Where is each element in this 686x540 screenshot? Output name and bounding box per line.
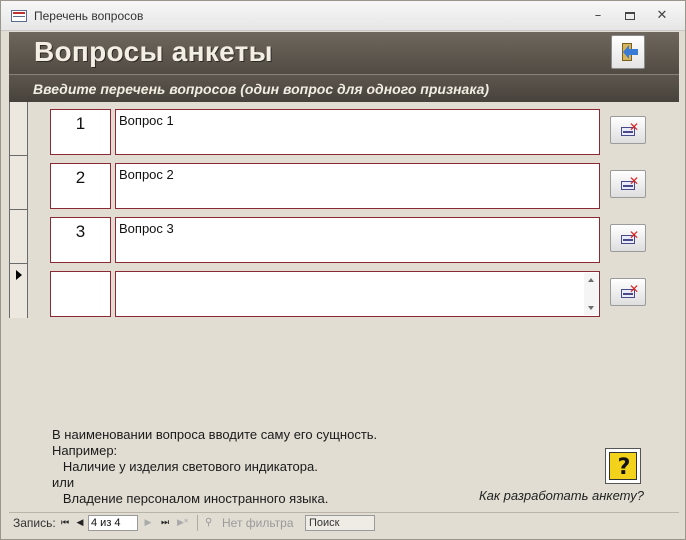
next-record-button[interactable]: ▶ — [143, 517, 153, 529]
record-selector[interactable] — [10, 102, 27, 156]
record-position-input[interactable]: 4 из 4 — [88, 515, 138, 531]
delete-question-button[interactable]: ✕ — [610, 224, 646, 252]
help-question-icon: ? — [609, 452, 637, 480]
question-text-field[interactable]: Вопрос 1 — [115, 109, 600, 155]
question-row: 1 Вопрос 1 ✕ — [50, 109, 650, 155]
exit-button[interactable] — [611, 35, 645, 69]
question-row: 3 Вопрос 3 ✕ — [50, 217, 650, 263]
instructions-text: Введите перечень вопросов (один вопрос д… — [33, 81, 490, 97]
form-header: Вопросы анкеты — [9, 32, 679, 74]
new-record-button[interactable]: ▶* — [177, 517, 188, 529]
question-number-field[interactable]: 3 — [50, 217, 111, 263]
filter-icon: ⚲ — [205, 517, 213, 528]
record-selector[interactable] — [10, 210, 27, 264]
last-record-button[interactable]: ⏭ — [160, 517, 170, 529]
current-record-pointer-icon — [16, 270, 22, 280]
delete-x-icon: ✕ — [629, 282, 640, 296]
maximize-button[interactable] — [619, 7, 641, 25]
question-number-field[interactable]: 2 — [50, 163, 111, 209]
scroll-down-icon[interactable] — [588, 306, 594, 310]
question-text-field[interactable] — [115, 271, 600, 317]
delete-x-icon: ✕ — [629, 228, 640, 242]
record-selector-current[interactable] — [10, 264, 27, 318]
record-navigation-bar: Запись: ⏮ ◀ 4 из 4 ▶ ⏭ ▶* ⚲ Нет фильтра … — [9, 512, 679, 532]
question-number-field[interactable]: 1 — [50, 109, 111, 155]
help-question-mark: ? — [617, 455, 631, 480]
form-icon — [11, 10, 27, 22]
record-label: Запись: — [13, 516, 56, 530]
delete-question-button[interactable]: ✕ — [610, 116, 646, 144]
help-button[interactable]: ? — [605, 448, 641, 484]
question-text-field[interactable]: Вопрос 3 — [115, 217, 600, 263]
delete-question-button[interactable]: ✕ — [610, 278, 646, 306]
delete-question-button[interactable]: ✕ — [610, 170, 646, 198]
hint-text: В наименовании вопроса вводите саму его … — [52, 427, 378, 506]
window-title: Перечень вопросов — [34, 9, 144, 23]
text-scrollbar[interactable] — [584, 273, 598, 315]
close-button[interactable]: ✕ — [651, 7, 673, 25]
exit-arrow-icon — [623, 45, 638, 59]
search-input[interactable]: Поиск — [305, 515, 375, 531]
question-number-field[interactable] — [50, 271, 111, 317]
maximize-icon — [625, 11, 635, 20]
minimize-button[interactable]: – — [587, 7, 609, 25]
nav-divider — [197, 515, 198, 531]
first-record-button[interactable]: ⏮ — [60, 517, 70, 529]
title-bar: Перечень вопросов – ✕ — [1, 1, 685, 31]
question-row: 2 Вопрос 2 ✕ — [50, 163, 650, 209]
delete-x-icon: ✕ — [629, 120, 640, 134]
previous-record-button[interactable]: ◀ — [75, 517, 85, 529]
filter-status[interactable]: Нет фильтра — [222, 516, 294, 530]
delete-x-icon: ✕ — [629, 174, 640, 188]
record-selector[interactable] — [10, 156, 27, 210]
record-selector-strip — [9, 102, 28, 318]
question-row-new: ✕ — [50, 271, 650, 317]
scroll-up-icon[interactable] — [588, 278, 594, 282]
help-link[interactable]: Как разработать анкету? — [479, 488, 644, 503]
questions-form-window: Перечень вопросов – ✕ Вопросы анкеты Вве… — [0, 0, 686, 540]
page-title: Вопросы анкеты — [34, 36, 273, 67]
question-text-field[interactable]: Вопрос 2 — [115, 163, 600, 209]
form-subheader: Введите перечень вопросов (один вопрос д… — [9, 74, 679, 102]
